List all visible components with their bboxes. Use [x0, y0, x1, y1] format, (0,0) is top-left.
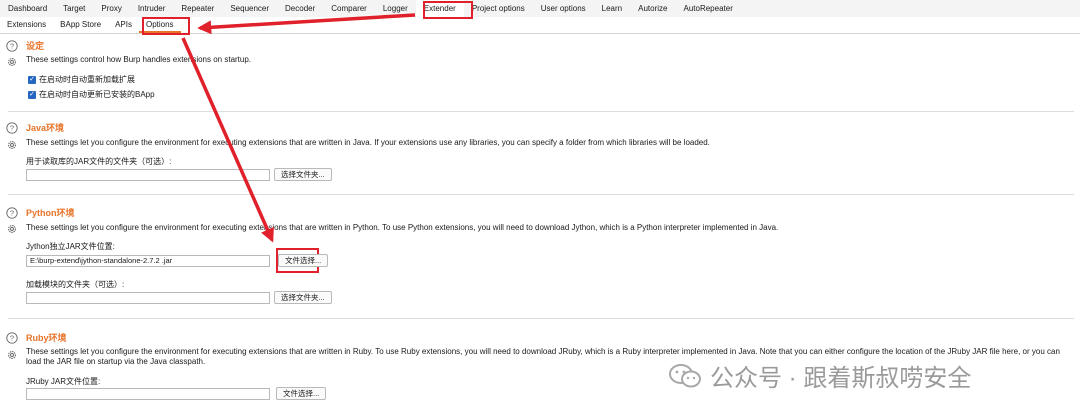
tab-user-options[interactable]: User options [533, 0, 594, 17]
gear-icon[interactable] [6, 349, 18, 361]
svg-text:?: ? [10, 42, 14, 51]
help-icon[interactable]: ? [6, 207, 18, 219]
jruby-select-file-button[interactable]: 文件选择... [276, 387, 327, 400]
subtab-extensions[interactable]: Extensions [0, 17, 53, 33]
ruby-title: Ruby环境 [26, 333, 67, 343]
gear-icon[interactable] [6, 139, 18, 151]
help-icon[interactable]: ? [6, 40, 18, 52]
checkbox-reload-extensions[interactable]: ✓ 在启动时自动重新加载扩展 [28, 74, 135, 85]
jython-select-file-button[interactable]: 文件选择... [278, 254, 329, 267]
section-divider [8, 194, 1074, 195]
jython-jar-path-input[interactable]: E:\burp-extend\jython-standalone-2.7.2 .… [26, 255, 270, 267]
python-modules-folder-input[interactable] [26, 292, 270, 304]
gear-icon[interactable] [6, 56, 18, 68]
main-tab-bar: Dashboard Target Proxy Intruder Repeater… [0, 0, 1080, 18]
jython-jar-label: Jython独立JAR文件位置: [26, 242, 115, 251]
jruby-jar-path-input[interactable] [26, 388, 270, 400]
section-divider [8, 111, 1074, 112]
python-modules-label: 加载模块的文件夹（可选）: [26, 280, 125, 289]
tab-autorize[interactable]: Autorize [630, 0, 675, 17]
checkbox-label: 在启动时自动重新加载扩展 [39, 75, 135, 84]
svg-text:?: ? [10, 334, 14, 343]
annotation-box-options [142, 17, 190, 35]
help-icon[interactable]: ? [6, 332, 18, 344]
tab-repeater[interactable]: Repeater [173, 0, 222, 17]
java-title: Java环境 [26, 123, 65, 133]
subtab-bapp-store[interactable]: BApp Store [53, 17, 108, 33]
python-select-folder-button[interactable]: 选择文件夹... [274, 291, 332, 304]
settings-title: 设定 [26, 41, 45, 51]
section-divider [8, 318, 1074, 319]
python-title: Python环境 [26, 208, 75, 218]
help-icon[interactable]: ? [6, 122, 18, 134]
annotation-box-extender [423, 1, 473, 19]
checkbox-update-bapps[interactable]: ✓ 在启动时自动更新已安装的BApp [28, 89, 155, 100]
checkbox-checked-icon[interactable]: ✓ [28, 75, 36, 84]
tab-decoder[interactable]: Decoder [277, 0, 323, 17]
svg-text:?: ? [10, 209, 14, 218]
settings-description: These settings control how Burp handles … [26, 55, 252, 64]
tab-logger[interactable]: Logger [375, 0, 416, 17]
tab-sequencer[interactable]: Sequencer [222, 0, 277, 17]
tab-intruder[interactable]: Intruder [130, 0, 174, 17]
tab-target[interactable]: Target [55, 0, 93, 17]
tab-proxy[interactable]: Proxy [93, 0, 129, 17]
tab-project-options[interactable]: Project options [464, 0, 533, 17]
java-description: These settings let you configure the env… [26, 138, 710, 147]
wechat-icon [669, 363, 701, 387]
tab-comparer[interactable]: Comparer [323, 0, 375, 17]
svg-text:?: ? [10, 124, 14, 133]
watermark-text: 公众号 · 跟着斯叔唠安全 [710, 365, 972, 392]
tab-dashboard[interactable]: Dashboard [0, 0, 55, 17]
tab-learn[interactable]: Learn [594, 0, 630, 17]
subtab-apis[interactable]: APIs [108, 17, 139, 33]
checkbox-label: 在启动时自动更新已安装的BApp [39, 90, 155, 99]
java-library-label: 用于读取库的JAR文件的文件夹（可选）: [26, 157, 172, 166]
gear-icon[interactable] [6, 223, 18, 235]
tab-autorepeater[interactable]: AutoRepeater [675, 0, 740, 17]
java-select-folder-button[interactable]: 选择文件夹... [274, 168, 332, 181]
watermark: 公众号 · 跟着斯叔唠安全 [668, 358, 971, 393]
checkbox-checked-icon[interactable]: ✓ [28, 90, 36, 99]
python-description: These settings let you configure the env… [26, 223, 779, 232]
java-library-folder-input[interactable] [26, 169, 270, 181]
jruby-jar-label: JRuby JAR文件位置: [26, 377, 101, 386]
